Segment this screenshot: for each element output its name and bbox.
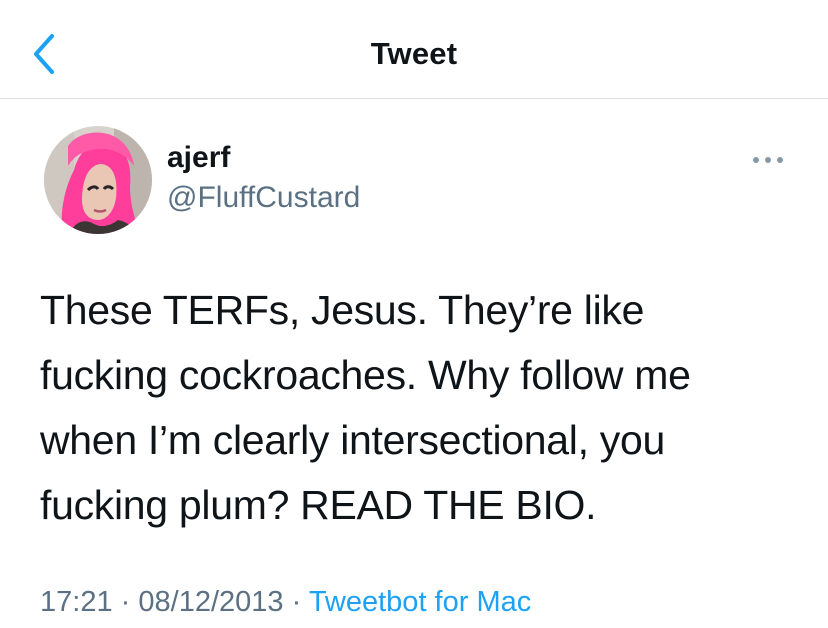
author-handle[interactable]: @FluffCustard xyxy=(167,180,360,216)
more-options-button[interactable] xyxy=(748,150,788,170)
tweet-text-line: These TERFs, Jesus. They’re like xyxy=(40,287,645,333)
tweet-text-line: fucking cockroaches. Why follow me xyxy=(40,352,691,398)
tweet-text-line: fucking plum? READ THE BIO. xyxy=(40,482,597,528)
page-title: Tweet xyxy=(370,36,458,71)
more-horizontal-icon xyxy=(753,157,783,163)
top-bar: Tweet xyxy=(0,0,828,99)
tweet-body: These TERFs, Jesus. They’re like fucking… xyxy=(40,278,800,538)
tweet-time[interactable]: 17:21 xyxy=(40,586,113,618)
tweet-metadata: 17:21 · 08/12/2013 · Tweetbot for Mac xyxy=(40,584,531,620)
avatar[interactable] xyxy=(44,126,152,234)
meta-separator: · xyxy=(120,586,131,618)
meta-separator: · xyxy=(291,586,302,618)
profile-photo xyxy=(44,126,152,234)
tweet-source-link[interactable]: Tweetbot for Mac xyxy=(309,586,531,618)
tweet-date[interactable]: 08/12/2013 xyxy=(138,586,283,618)
tweet-text-line: when I’m clearly intersectional, you xyxy=(40,417,665,463)
author-display-name[interactable]: ajerf xyxy=(167,140,230,176)
